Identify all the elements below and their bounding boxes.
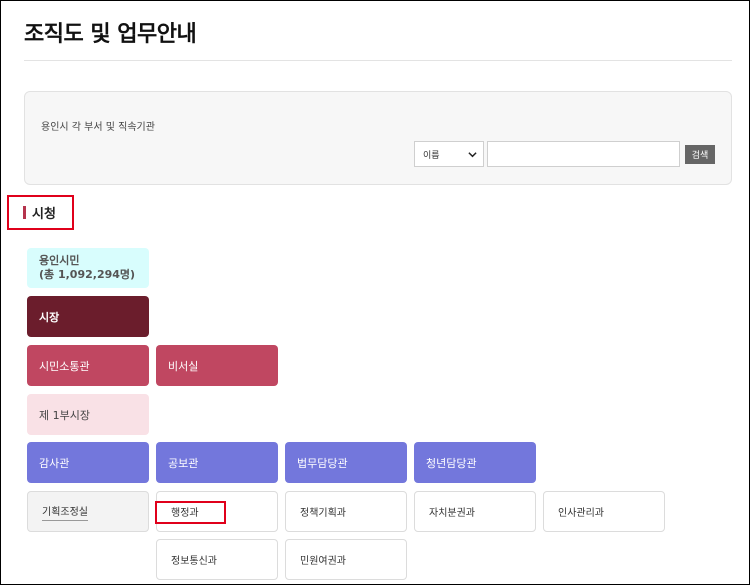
search-button[interactable]: 검색 <box>685 145 715 164</box>
org-mayor[interactable]: 시장 <box>27 296 149 337</box>
page-title: 조직도 및 업무안내 <box>24 22 197 47</box>
dept-autonomy[interactable]: 자치분권과 <box>414 491 536 532</box>
org-legal[interactable]: 법무담당관 <box>285 442 407 483</box>
org-citizens: 용인시민 (총 1,092,294명) <box>27 248 149 288</box>
dept-personnel[interactable]: 인사관리과 <box>543 491 665 532</box>
dept-policy-planning[interactable]: 정책기획과 <box>285 491 407 532</box>
search-type-value: 이름 <box>423 150 440 161</box>
search-description: 용인시 각 부서 및 직속기관 <box>41 122 155 133</box>
chevron-down-icon <box>468 152 477 158</box>
dept-planning-label: 기획조정실 <box>42 503 88 521</box>
title-divider <box>24 60 732 61</box>
search-panel: 용인시 각 부서 및 직속기관 이름 검색 <box>24 91 732 185</box>
org-communication[interactable]: 시민소통관 <box>27 345 149 386</box>
search-input[interactable] <box>487 141 680 167</box>
dept-administration[interactable]: 행정과 <box>156 491 278 532</box>
dept-planning[interactable]: 기획조정실 <box>27 491 149 532</box>
org-secretary[interactable]: 비서실 <box>156 345 278 386</box>
search-type-select[interactable]: 이름 <box>414 141 484 167</box>
org-youth[interactable]: 청년담당관 <box>414 442 536 483</box>
dept-info-comm[interactable]: 정보통신과 <box>156 539 278 580</box>
org-public-relations[interactable]: 공보관 <box>156 442 278 483</box>
citizens-label: 용인시민 <box>39 254 80 267</box>
org-vice-mayor[interactable]: 제 1부시장 <box>27 394 149 435</box>
citizens-count: (총 1,092,294명) <box>39 268 136 281</box>
dept-civil-petition[interactable]: 민원여권과 <box>285 539 407 580</box>
section-label: 시청 <box>32 207 56 222</box>
section-heading-cityhall: 시청 <box>7 195 74 230</box>
section-marker <box>23 206 26 219</box>
org-audit[interactable]: 감사관 <box>27 442 149 483</box>
